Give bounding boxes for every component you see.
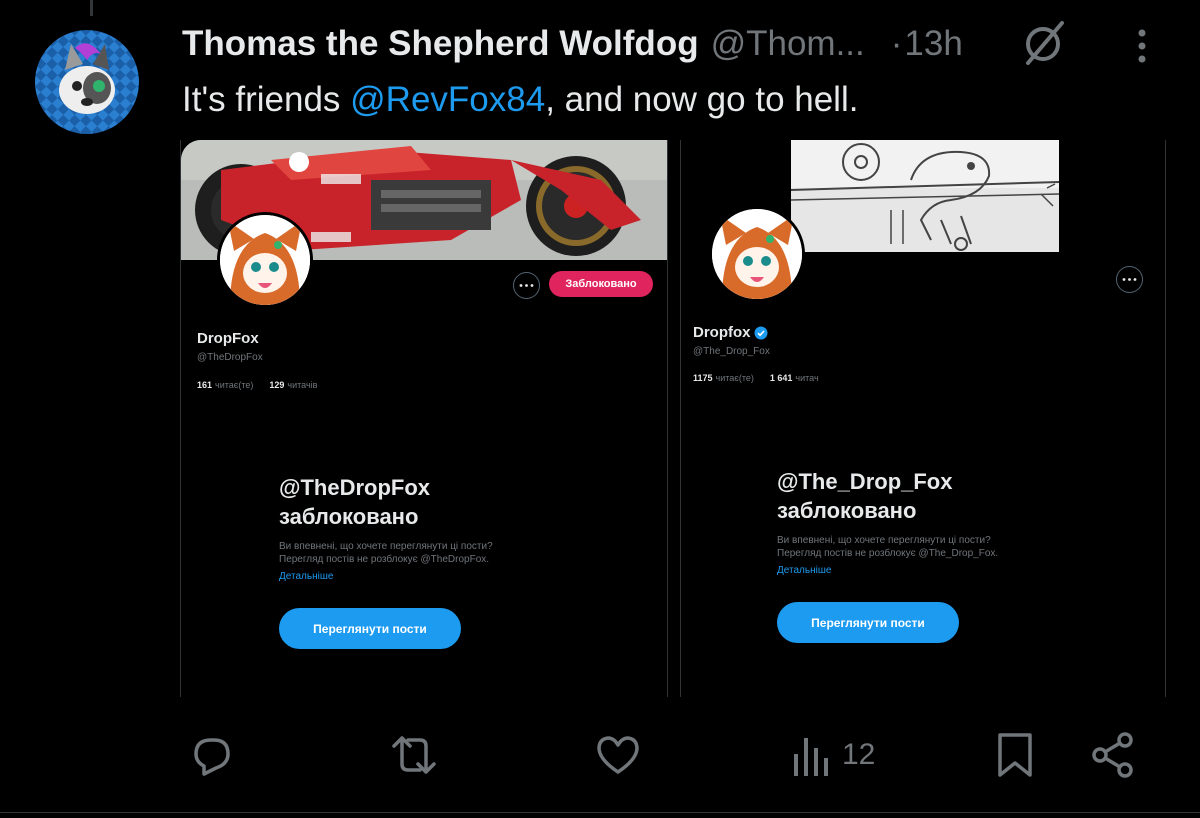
reply-button[interactable] <box>186 728 236 782</box>
tweet-text-after: , and now go to hell. <box>545 80 859 119</box>
profile-handle: @TheDropFox <box>197 352 263 363</box>
separator-dot: · <box>890 24 903 63</box>
blocked-description-line1: Ви впевнені, що хочете переглянути ці по… <box>777 535 991 546</box>
more-options-icon[interactable] <box>1125 25 1159 67</box>
blocked-description: Ви впевнені, що хочете переглянути ці по… <box>279 540 493 566</box>
profile-avatar-dropfox <box>217 212 313 308</box>
share-icon <box>1092 732 1133 778</box>
reply-icon <box>194 738 230 776</box>
views-button[interactable]: 12 <box>790 728 875 782</box>
blocked-title-status: заблоковано <box>777 498 917 523</box>
retweet-icon <box>392 736 436 774</box>
banner-image-sketch <box>791 140 1059 252</box>
view-posts-button[interactable]: Переглянути пости <box>777 602 959 643</box>
blocked-title-status: заблоковано <box>279 504 419 529</box>
blocked-title: @TheDropFox заблоковано <box>279 473 430 531</box>
grok-icon[interactable] <box>1018 17 1072 67</box>
views-icon <box>794 738 828 776</box>
following-count[interactable]: 161 <box>197 380 212 390</box>
like-button[interactable] <box>594 728 642 782</box>
timestamp[interactable]: 13h <box>904 24 962 64</box>
profile-stats: 1175 читає(те) 1 641 читач <box>693 373 819 383</box>
verified-badge-icon <box>754 326 767 339</box>
tweet-header: Thomas the Shepherd Wolfdog @Thom... · 1… <box>182 22 963 66</box>
tweet-actions: 12 <box>0 728 1200 782</box>
profile-avatar-dropfox <box>709 206 805 302</box>
profile-stats: 161 читає(те) 129 читачів <box>197 380 317 390</box>
more-options-button[interactable] <box>1116 266 1143 293</box>
blocked-description: Ви впевнені, що хочете переглянути ці по… <box>777 534 998 560</box>
profile-name-text: Dropfox <box>693 324 751 341</box>
learn-more-link[interactable]: Детальніше <box>777 565 831 576</box>
bookmark-icon <box>998 733 1032 777</box>
followers-count[interactable]: 129 <box>269 380 284 390</box>
tweet-media[interactable]: Заблоковано DropFox @TheDropFox 161 читає… <box>180 140 1166 697</box>
share-button[interactable] <box>1088 728 1138 782</box>
bookmark-button[interactable] <box>994 728 1036 782</box>
followers-count[interactable]: 1 641 <box>770 373 793 383</box>
author-avatar[interactable] <box>35 30 139 134</box>
following-label[interactable]: читає(те) <box>716 373 754 383</box>
following-count[interactable]: 1175 <box>693 373 713 383</box>
tweet-text: It's friends @RevFox84, and now go to he… <box>182 80 858 120</box>
blocked-title-handle: @TheDropFox <box>279 475 431 500</box>
mention-link[interactable]: @RevFox84 <box>350 80 545 119</box>
profile-handle: @The_Drop_Fox <box>693 346 770 357</box>
following-label[interactable]: читає(те) <box>215 380 253 390</box>
views-count: 12 <box>842 738 876 771</box>
screenshot-left: Заблоковано DropFox @TheDropFox 161 читає… <box>180 140 668 697</box>
view-posts-button[interactable]: Переглянути пости <box>279 608 461 649</box>
author-name[interactable]: Thomas the Shepherd Wolfdog <box>182 24 699 64</box>
blocked-title: @The_Drop_Fox заблоковано <box>777 467 952 525</box>
learn-more-link[interactable]: Детальніше <box>279 571 333 582</box>
divider <box>0 812 1200 813</box>
more-options-button[interactable] <box>513 272 540 299</box>
profile-name: Dropfox <box>693 324 768 341</box>
profile-name: DropFox <box>197 330 259 347</box>
tweet-text-before: It's friends <box>182 80 351 119</box>
blocked-title-handle: @The_Drop_Fox <box>777 469 953 494</box>
blocked-description-line2: Перегляд постів не розблокує @TheDropFox… <box>279 554 490 565</box>
blocked-description-line2: Перегляд постів не розблокує @The_Drop_F… <box>777 548 999 559</box>
followers-label[interactable]: читачів <box>287 380 317 390</box>
thread-line <box>90 0 93 16</box>
ellipsis-icon <box>1122 278 1137 281</box>
like-icon <box>597 736 639 774</box>
blocked-button[interactable]: Заблоковано <box>549 271 653 297</box>
ellipsis-icon <box>519 284 534 287</box>
author-handle[interactable]: @Thom... <box>711 24 865 64</box>
screenshot-right: Dropfox @The_Drop_Fox 1175 читає(те) 1 641… <box>680 140 1166 697</box>
profile-name-text: DropFox <box>197 330 259 347</box>
retweet-button[interactable] <box>388 728 440 782</box>
followers-label[interactable]: читач <box>795 373 818 383</box>
blocked-description-line1: Ви впевнені, що хочете переглянути ці по… <box>279 541 493 552</box>
